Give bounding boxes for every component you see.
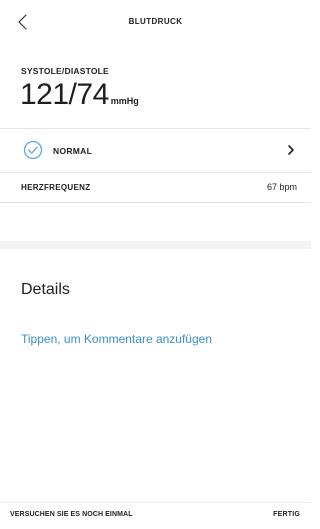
details-heading: Details (21, 281, 70, 298)
measurement-number: 121/74 (20, 78, 109, 111)
measurement-unit: mmHg (110, 96, 139, 106)
check-circle-icon (23, 140, 43, 160)
status-label: NORMAL (53, 146, 93, 156)
measurement-value: 121/74 mmHg (20, 78, 139, 118)
retry-button[interactable]: VERSUCHEN SIE ES NOCH EINMAL (10, 511, 133, 518)
heart-rate-label: HERZFREQUENZ (21, 183, 91, 192)
heart-rate-value: 67 bpm (266, 182, 297, 192)
chevron-right-icon (288, 145, 294, 155)
section-separator (0, 241, 311, 249)
header-bar: BLUTDRUCK (0, 0, 311, 44)
divider (0, 128, 311, 129)
footer-bar: VERSUCHEN SIE ES NOCH EINMAL FERTIG (0, 502, 311, 529)
divider (0, 202, 311, 203)
page-title: BLUTDRUCK (128, 17, 183, 26)
done-button[interactable]: FERTIG (273, 511, 300, 518)
status-row[interactable]: NORMAL (0, 136, 311, 166)
add-comment-link[interactable]: Tippen, um Kommentare anzufügen (21, 332, 212, 346)
divider (0, 172, 311, 173)
measurement-label: SYSTOLE/DIASTOLE (21, 66, 109, 76)
